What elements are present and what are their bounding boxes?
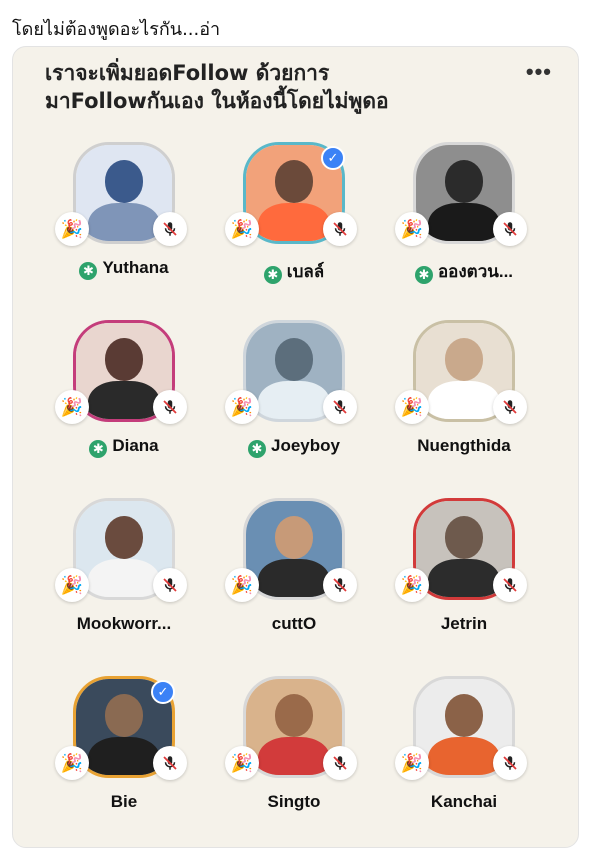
avatar-body-shape: [427, 202, 501, 241]
avatar-head-shape: [104, 516, 144, 559]
avatar-head-shape: [274, 516, 314, 559]
avatar-head-shape: [104, 160, 144, 203]
speaker-name[interactable]: Mookworr...: [49, 614, 199, 634]
moderator-star-icon: ✱: [79, 262, 98, 280]
avatar-body-shape: [427, 558, 501, 597]
speaker-name[interactable]: Kanchai: [389, 792, 539, 812]
party-popper-icon: 🎉: [55, 746, 89, 780]
avatar-body-shape: [87, 202, 161, 241]
moderator-star-icon: ✱: [89, 440, 108, 458]
party-popper-icon: 🎉: [395, 568, 429, 602]
speaker-tile[interactable]: 🎉 ✱ Joeyboy: [219, 320, 369, 470]
party-popper-icon: 🎉: [225, 568, 259, 602]
avatar-body-shape: [257, 202, 331, 241]
party-popper-icon: 🎉: [395, 746, 429, 780]
party-popper-icon: 🎉: [395, 390, 429, 424]
speaker-name-label: Nuengthida: [417, 436, 511, 455]
room-title-line-2: มาFollowกันเอง ในห้องนี้โดยไม่พูดอ: [45, 89, 389, 113]
party-popper-icon: 🎉: [55, 390, 89, 424]
speaker-name-label: Jetrin: [440, 614, 488, 633]
party-popper-icon: 🎉: [55, 568, 89, 602]
speaker-name-label: cuttO: [271, 614, 317, 633]
speaker-name[interactable]: ✱ เบลล์: [219, 258, 369, 285]
muted-microphone-icon: [153, 746, 187, 780]
party-popper-icon: 🎉: [225, 746, 259, 780]
speaker-name-label: Yuthana: [102, 258, 169, 277]
muted-microphone-icon: [323, 568, 357, 602]
post-caption: โดยไม่ต้องพูดอะไรกัน...อ่า: [12, 19, 221, 40]
verified-check-icon: ✓: [151, 680, 175, 704]
speaker-tile[interactable]: 🎉 Mookworr...: [49, 498, 199, 648]
speaker-tile[interactable]: ✓ 🎉 ✱ เบลล์: [219, 142, 369, 292]
speaker-name[interactable]: ✱ Yuthana: [49, 258, 199, 280]
party-popper-icon: 🎉: [395, 212, 429, 246]
avatar-body-shape: [427, 736, 501, 775]
speaker-name[interactable]: ✱ Joeyboy: [219, 436, 369, 458]
muted-microphone-icon: [153, 390, 187, 424]
speaker-name-label: Kanchai: [430, 792, 498, 811]
speaker-name[interactable]: Singto: [219, 792, 369, 812]
room-title: เราจะเพิ่มยอดFollow ด้วยการ มาFollowกันเ…: [45, 59, 485, 115]
avatar-head-shape: [444, 516, 484, 559]
room-title-line-1: เราจะเพิ่มยอดFollow ด้วยการ: [45, 61, 330, 85]
avatar-head-shape: [274, 694, 314, 737]
muted-microphone-icon: [323, 746, 357, 780]
muted-microphone-icon: [153, 212, 187, 246]
moderator-star-icon: ✱: [263, 266, 282, 284]
avatar-body-shape: [87, 558, 161, 597]
speaker-tile[interactable]: ✓ 🎉 Bie: [49, 676, 199, 826]
avatar-body-shape: [87, 736, 161, 775]
speaker-tile[interactable]: 🎉 ✱ Diana: [49, 320, 199, 470]
moderator-star-icon: ✱: [414, 266, 433, 284]
speaker-tile[interactable]: 🎉 ✱ อองตวน...: [389, 142, 539, 292]
muted-microphone-icon: [153, 568, 187, 602]
speaker-tile[interactable]: 🎉 Kanchai: [389, 676, 539, 826]
avatar-head-shape: [104, 694, 144, 737]
speaker-name-label: Singto: [267, 792, 321, 811]
speaker-name[interactable]: Nuengthida: [389, 436, 539, 456]
muted-microphone-icon: [323, 390, 357, 424]
speaker-name-label: Mookworr...: [76, 614, 172, 633]
avatar-head-shape: [444, 694, 484, 737]
speaker-tile[interactable]: 🎉 Nuengthida: [389, 320, 539, 470]
avatar-head-shape: [444, 338, 484, 381]
speaker-name-label: Diana: [112, 436, 159, 455]
room-card[interactable]: เราจะเพิ่มยอดFollow ด้วยการ มาFollowกันเ…: [12, 46, 579, 848]
muted-microphone-icon: [493, 746, 527, 780]
speaker-tile[interactable]: 🎉 Jetrin: [389, 498, 539, 648]
avatar-body-shape: [257, 736, 331, 775]
muted-microphone-icon: [493, 212, 527, 246]
avatar-body-shape: [427, 380, 501, 419]
speaker-tile[interactable]: 🎉 cuttO: [219, 498, 369, 648]
avatar-body-shape: [257, 558, 331, 597]
party-popper-icon: 🎉: [55, 212, 89, 246]
muted-microphone-icon: [493, 568, 527, 602]
speaker-name[interactable]: cuttO: [219, 614, 369, 634]
speaker-name[interactable]: ✱ อองตวน...: [389, 258, 539, 285]
moderator-star-icon: ✱: [248, 440, 266, 458]
avatar-head-shape: [274, 160, 314, 203]
speaker-tile[interactable]: 🎉 ✱ Yuthana: [49, 142, 199, 292]
muted-microphone-icon: [493, 390, 527, 424]
avatar-body-shape: [87, 380, 161, 419]
speaker-name-label: เบลล์: [286, 262, 325, 281]
avatar-head-shape: [274, 338, 314, 381]
avatar-head-shape: [444, 160, 484, 203]
speaker-name[interactable]: ✱ Diana: [49, 436, 199, 458]
speaker-name-label: Bie: [110, 792, 138, 811]
muted-microphone-icon: [323, 212, 357, 246]
party-popper-icon: 🎉: [225, 390, 259, 424]
speaker-name[interactable]: Bie: [49, 792, 199, 812]
speaker-name[interactable]: Jetrin: [389, 614, 539, 634]
more-options-icon[interactable]: •••: [526, 59, 552, 85]
speaker-name-label: อองตวน...: [437, 262, 514, 281]
verified-check-icon: ✓: [321, 146, 345, 170]
avatar-body-shape: [257, 380, 331, 419]
speaker-name-label: Joeyboy: [271, 436, 340, 455]
avatar-head-shape: [104, 338, 144, 381]
speaker-tile[interactable]: 🎉 Singto: [219, 676, 369, 826]
party-popper-icon: 🎉: [225, 212, 259, 246]
